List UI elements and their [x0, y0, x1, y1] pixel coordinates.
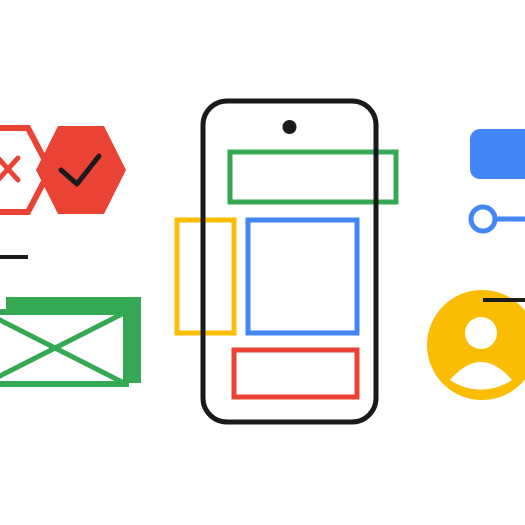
wireframe-header-block [227, 149, 399, 205]
ui-components-illustration [0, 98, 525, 425]
slider-thumb [468, 204, 498, 234]
phone-frame-icon [174, 98, 399, 425]
wireframe-content-block [245, 217, 360, 336]
primary-button-icon [470, 129, 525, 179]
wireframe-footer-block [231, 347, 360, 400]
phone-outline [200, 98, 379, 425]
avatar-head [465, 317, 497, 349]
illustration-canvas [0, 0, 525, 525]
placeholder-image-icon [0, 297, 141, 387]
avatar-icon [427, 290, 525, 400]
slider-icon [468, 204, 525, 234]
approved-hexagon-icon [36, 126, 126, 214]
phone-camera-dot [282, 120, 297, 134]
